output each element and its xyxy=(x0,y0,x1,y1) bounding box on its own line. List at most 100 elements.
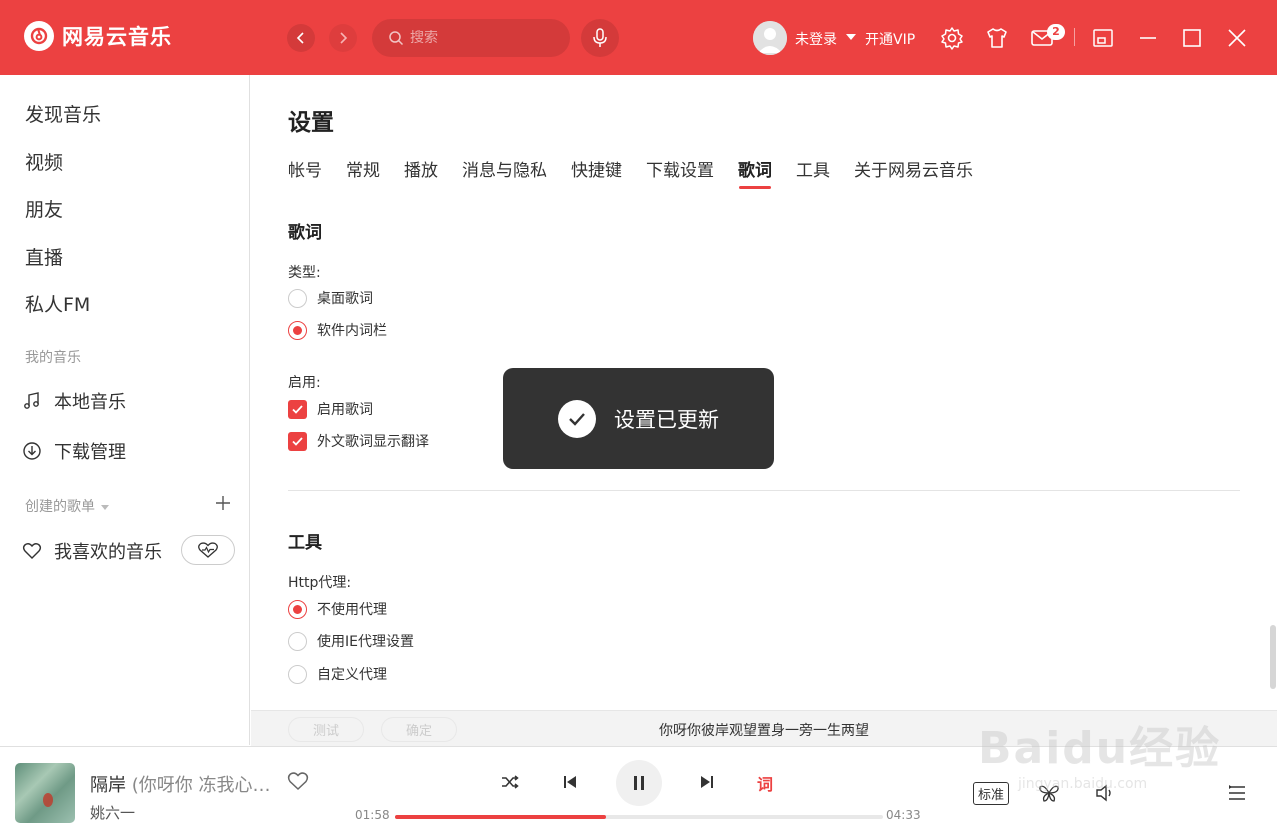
sidebar-item-downloads[interactable]: 下载管理 xyxy=(22,438,126,464)
option-label: 桌面歌词 xyxy=(317,291,373,307)
in-app-lyrics-bar: 测试 确定 你呀你彼岸观望置身一旁一生两望 xyxy=(251,710,1277,746)
tab-shortcuts[interactable]: 快捷键 xyxy=(571,156,622,189)
lyrics-toggle-button[interactable]: 词 xyxy=(757,771,773,795)
tab-playback[interactable]: 播放 xyxy=(404,156,438,189)
heartbeat-icon xyxy=(198,542,218,558)
playlist-button[interactable] xyxy=(1226,782,1248,804)
radio-in-app-lyrics-bar[interactable]: 软件内词栏 xyxy=(288,320,387,340)
minimize-button[interactable] xyxy=(1136,26,1160,50)
speaker-icon xyxy=(1096,784,1111,802)
mini-player-icon xyxy=(1093,29,1113,47)
radio-desktop-lyrics[interactable]: 桌面歌词 xyxy=(288,288,373,308)
sidebar-item-label: 本地音乐 xyxy=(54,392,126,413)
checkbox-enable-lyrics[interactable]: 启用歌词 xyxy=(288,399,373,419)
total-time: 04:33 xyxy=(886,808,921,822)
tab-general[interactable]: 常规 xyxy=(346,156,380,189)
shuffle-button[interactable] xyxy=(500,772,520,792)
tab-download[interactable]: 下载设置 xyxy=(646,156,714,189)
lyrics-enable-label: 启用: xyxy=(288,375,321,391)
mini-mode-button[interactable] xyxy=(1091,26,1115,50)
checkbox-checked[interactable] xyxy=(288,399,307,419)
lyrics-type-label: 类型: xyxy=(288,265,321,281)
caret-down-icon[interactable] xyxy=(846,34,856,40)
next-button[interactable] xyxy=(697,772,717,792)
title-bar-divider xyxy=(1074,28,1075,46)
app-name: 网易云音乐 xyxy=(62,25,172,49)
search-input[interactable] xyxy=(410,30,560,46)
settings-scrollbar[interactable] xyxy=(1270,625,1276,689)
netease-music-logo-icon xyxy=(24,21,54,51)
voice-search-button[interactable] xyxy=(581,19,619,57)
sound-quality-button[interactable]: 标准 xyxy=(973,782,1010,805)
sound-effect-button[interactable] xyxy=(1038,782,1060,804)
playlist-icon xyxy=(1229,785,1245,800)
tools-section-title: 工具 xyxy=(288,533,322,553)
radio-no-proxy[interactable]: 不使用代理 xyxy=(288,599,387,619)
album-cover[interactable] xyxy=(15,763,75,823)
artist-name[interactable]: 姚六一 xyxy=(90,802,135,823)
maximize-button[interactable] xyxy=(1180,26,1204,50)
add-playlist-icon[interactable] xyxy=(215,495,231,511)
settings-updated-toast: 设置已更新 xyxy=(503,368,774,469)
radio-custom-proxy[interactable]: 自定义代理 xyxy=(288,664,387,684)
radio-button[interactable] xyxy=(288,288,307,308)
title-bar: 网易云音乐 未登录 开通VIP 2 xyxy=(0,0,1277,75)
section-divider xyxy=(288,490,1240,491)
tab-tools[interactable]: 工具 xyxy=(796,156,830,189)
radio-button-selected[interactable] xyxy=(288,599,307,619)
tab-privacy[interactable]: 消息与隐私 xyxy=(462,156,547,189)
pause-button[interactable] xyxy=(616,760,662,806)
skin-button[interactable] xyxy=(985,26,1009,50)
option-label: 启用歌词 xyxy=(317,402,373,418)
vip-link[interactable]: 开通VIP xyxy=(865,29,915,49)
sidebar-item-live[interactable]: 直播 xyxy=(25,243,63,270)
back-button[interactable] xyxy=(287,24,315,52)
option-label: 自定义代理 xyxy=(317,667,387,683)
like-heart-icon[interactable] xyxy=(287,771,309,791)
chevron-right-icon xyxy=(340,32,348,44)
progress-bar[interactable] xyxy=(395,815,883,819)
search-icon xyxy=(389,31,404,46)
current-time: 01:58 xyxy=(355,808,390,822)
tab-account[interactable]: 帐号 xyxy=(288,156,322,189)
pause-icon xyxy=(634,776,644,790)
sidebar-item-label: 下载管理 xyxy=(54,442,126,463)
checkbox-show-translation[interactable]: 外文歌词显示翻译 xyxy=(288,431,429,451)
settings-button[interactable] xyxy=(940,26,964,50)
sidebar-item-video[interactable]: 视频 xyxy=(25,148,63,175)
sidebar-item-friends[interactable]: 朋友 xyxy=(25,195,63,222)
tab-about[interactable]: 关于网易云音乐 xyxy=(854,156,973,189)
sidebar-item-discover[interactable]: 发现音乐 xyxy=(25,100,101,127)
radio-button[interactable] xyxy=(288,664,307,684)
volume-button[interactable] xyxy=(1094,782,1116,804)
previous-button[interactable] xyxy=(560,772,580,792)
created-playlists-heading[interactable]: 创建的歌单 xyxy=(25,496,109,516)
sidebar-item-local-music[interactable]: 本地音乐 xyxy=(22,388,126,414)
heart-mode-button[interactable] xyxy=(181,535,235,565)
close-button[interactable] xyxy=(1225,26,1249,50)
tab-lyrics[interactable]: 歌词 xyxy=(738,156,772,189)
song-subtitle: (你呀你 冻我心… xyxy=(131,775,271,796)
search-box[interactable] xyxy=(372,19,570,57)
radio-button[interactable] xyxy=(288,631,307,651)
song-title[interactable]: 隔岸 (你呀你 冻我心… xyxy=(90,771,280,797)
maximize-icon xyxy=(1183,29,1201,47)
next-track-icon xyxy=(701,776,713,788)
progress-fill xyxy=(395,815,606,819)
radio-button-selected[interactable] xyxy=(288,320,307,340)
sidebar: 发现音乐 视频 朋友 直播 私人FM 我的音乐 本地音乐 下载管理 创建的歌单 … xyxy=(0,75,250,745)
radio-ie-proxy[interactable]: 使用IE代理设置 xyxy=(288,631,414,651)
heart-icon xyxy=(22,543,42,559)
checkbox-checked[interactable] xyxy=(288,431,307,451)
login-status[interactable]: 未登录 xyxy=(795,29,837,49)
sidebar-item-personal-fm[interactable]: 私人FM xyxy=(25,290,90,317)
forward-button[interactable] xyxy=(329,24,357,52)
success-check-icon xyxy=(558,399,596,438)
lyrics-section-title: 歌词 xyxy=(288,223,322,243)
music-note-icon xyxy=(24,392,39,409)
sidebar-item-liked-music[interactable]: 我喜欢的音乐 xyxy=(22,538,162,564)
caret-down-icon xyxy=(101,504,109,510)
app-logo[interactable]: 网易云音乐 xyxy=(24,21,172,51)
checkmark-icon xyxy=(292,404,303,414)
user-avatar[interactable] xyxy=(753,21,787,55)
